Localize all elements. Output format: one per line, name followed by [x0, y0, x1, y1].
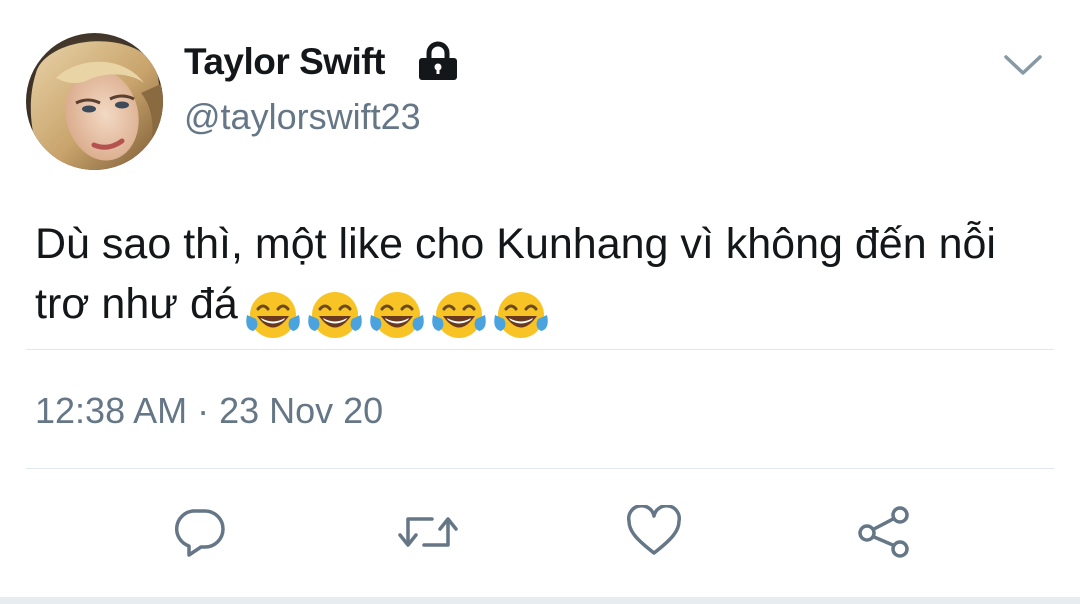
user-handle[interactable]: @taylorswift23: [184, 96, 421, 138]
divider-bottom: [26, 468, 1054, 469]
chevron-down-icon[interactable]: [1003, 52, 1043, 78]
face-with-tears-of-joy-emoji: [246, 291, 300, 338]
face-with-tears-of-joy-emoji: [308, 291, 362, 338]
share-icon: [858, 506, 909, 558]
face-with-tears-of-joy-emoji: [494, 291, 548, 338]
share-button[interactable]: [856, 505, 912, 559]
divider-top: [26, 349, 1054, 350]
tweet-card: Taylor Swift @taylorswift23 Dù sao thì, …: [0, 0, 1080, 604]
like-button[interactable]: [626, 505, 682, 559]
face-with-tears-of-joy-emoji: [432, 291, 486, 338]
heart-icon: [627, 505, 681, 555]
avatar[interactable]: [26, 33, 163, 170]
face-with-tears-of-joy-emoji: [370, 291, 424, 338]
reply-button[interactable]: [171, 505, 227, 559]
tweet-text: Dù sao thì, một like cho Kunhang vì khôn…: [35, 214, 1045, 345]
lock-icon: [417, 41, 459, 81]
bottom-separator: [0, 597, 1080, 604]
avatar-photo: [26, 33, 163, 170]
emoji-row: [244, 284, 554, 345]
tweet-timestamp[interactable]: 12:38 AM · 23 Nov 20: [35, 390, 383, 432]
retweet-icon: [398, 517, 458, 547]
display-name[interactable]: Taylor Swift: [184, 41, 385, 83]
reply-icon: [174, 509, 225, 557]
retweet-button[interactable]: [398, 505, 458, 559]
